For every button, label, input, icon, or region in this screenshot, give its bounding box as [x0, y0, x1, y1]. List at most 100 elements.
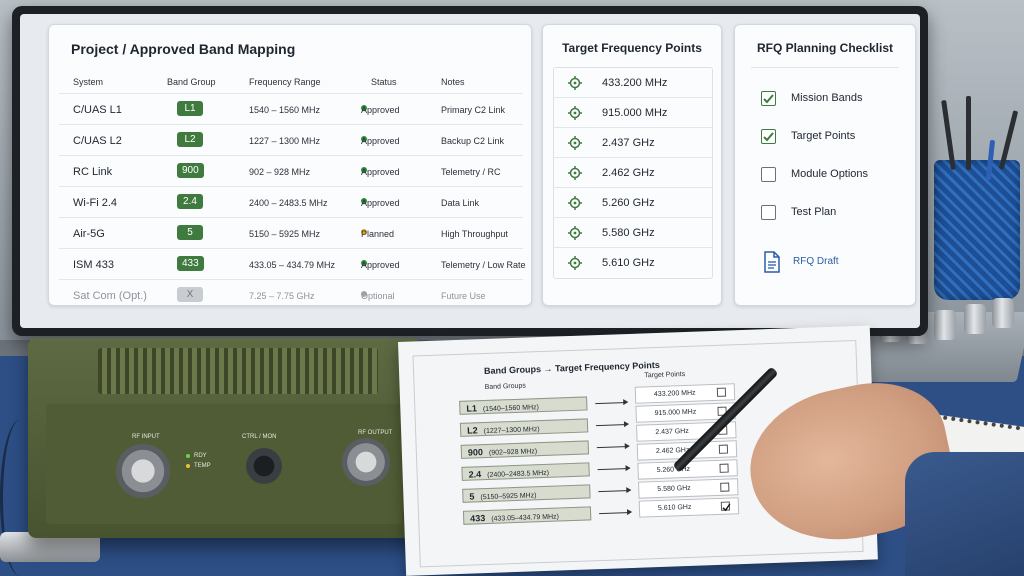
worksheet-point-entry: 5.610 GHz [638, 497, 740, 518]
list-item[interactable]: 5.260 GHz [554, 188, 712, 218]
target-crosshair-icon [568, 76, 582, 90]
band-range: (5150–5925 MHz) [480, 492, 537, 502]
band-code: 900 [467, 447, 484, 458]
band-range: (1227–1300 MHz) [483, 426, 540, 436]
table-row[interactable]: Air-5G 5 5150 – 5925 MHz Planned High Throug… [59, 217, 523, 248]
heatsink-fins [98, 348, 378, 394]
system-name: C/UAS L1 [73, 104, 122, 116]
point-label: 5.580 GHz [657, 484, 691, 494]
divider [751, 67, 899, 68]
monitor: Project / Approved Band Mapping System B… [12, 6, 928, 336]
worksheet-band-entry: 5 (5150–5925 MHz) [462, 484, 591, 503]
document-icon [764, 251, 780, 273]
notes-text: Data Link [441, 198, 480, 208]
band-group-chip: L1 [177, 101, 203, 116]
rdy-label: RDY [194, 453, 207, 459]
rf-fitting [934, 310, 956, 340]
list-item[interactable]: 5.580 GHz [554, 218, 712, 248]
temp-label: TEMP [194, 463, 211, 469]
system-name: Wi-Fi 2.4 [73, 197, 117, 209]
checkbox[interactable] [761, 167, 776, 182]
band-group-chip: 900 [177, 163, 204, 178]
checklist-label: Mission Bands [791, 92, 863, 104]
notes-text: Backup C2 Link [441, 136, 505, 146]
status-text: Approved [361, 198, 400, 208]
band-code: 5 [469, 491, 475, 502]
list-item[interactable]: 5.610 GHz [554, 248, 712, 278]
checkmark-icon [763, 132, 774, 142]
frequency-range: 902 – 928 MHz [249, 167, 311, 177]
rfq-checklist-panel: RFQ Planning Checklist Mission Bands Targ… [734, 24, 916, 306]
radio-front-panel: RF INPUT RDY TEMP CTRL / MON RF OUTPUT [46, 404, 402, 524]
system-name: Sat Com (Opt.) [73, 290, 147, 302]
arrow-icon [596, 446, 629, 449]
worksheet-title: Band Groups → Target Frequency Points [483, 359, 660, 377]
target-crosshair-icon [568, 166, 582, 180]
band-code: L2 [466, 425, 478, 436]
table-row[interactable]: Sat Com (Opt.) X 7.25 – 7.75 GHz Optional Fu… [59, 279, 523, 310]
system-name: C/UAS L2 [73, 135, 122, 147]
system-name: RC Link [73, 166, 113, 178]
checkmark-icon [763, 94, 774, 104]
paper-checkbox [718, 444, 729, 454]
band-table-header: System Band Group Frequency Range Status… [49, 77, 531, 93]
target-frequency-title: Target Frequency Points [562, 41, 702, 55]
rf-output-connector [342, 438, 390, 486]
rf-output-label: RF OUTPUT [358, 430, 393, 436]
point-label: 433.200 MHz [653, 389, 696, 399]
checkbox[interactable] [761, 129, 776, 144]
target-crosshair-icon [568, 106, 582, 120]
list-item[interactable]: 2.462 GHz [554, 158, 712, 188]
rf-input-connector [116, 444, 170, 498]
table-row[interactable]: Wi-Fi 2.4 2.4 2400 – 2483.5 MHz Approved Dat… [59, 186, 523, 217]
target-frequency-value: 5.580 GHz [602, 227, 655, 239]
rf-fitting [992, 298, 1014, 328]
target-frequency-value: 5.260 GHz [602, 197, 655, 209]
status-text: Approved [361, 105, 400, 115]
band-group-chip: 2.4 [177, 194, 203, 209]
list-item[interactable]: 433.200 MHz [554, 68, 712, 98]
worksheet-band-entry: 433 (433.05–434.79 MHz) [462, 506, 592, 525]
arrow-icon [598, 489, 631, 493]
band-code: 433 [470, 513, 486, 524]
paper-checkbox [716, 387, 727, 397]
worksheet-right-heading: Target Points [644, 370, 686, 380]
system-name: ISM 433 [73, 259, 114, 271]
arrow-icon [597, 467, 630, 471]
paper-checkbox [720, 482, 730, 492]
notes-text: Telemetry / RC [441, 167, 501, 177]
frequency-range: 5150 – 5925 MHz [249, 229, 321, 239]
status-text: Planned [361, 229, 395, 239]
frequency-range: 1227 – 1300 MHz [249, 136, 321, 146]
checklist-label: Test Plan [791, 206, 837, 218]
list-item[interactable]: 915.000 MHz [554, 98, 712, 128]
table-row[interactable]: C/UAS L1 L1 1540 – 1560 MHz Approved Primary… [59, 93, 523, 124]
band-group-chip: X [177, 287, 203, 302]
list-item[interactable]: 2.437 GHz [554, 128, 712, 158]
ctrl-connector [246, 448, 282, 484]
frequency-range: 7.25 – 7.75 GHz [249, 291, 315, 301]
worksheet-point-entry: 5.580 GHz [638, 478, 739, 499]
table-row[interactable]: ISM 433 433 433.05 – 434.79 MHz Approved Tel… [59, 248, 526, 279]
notes-text: Future Use [441, 291, 486, 301]
worksheet-band-entry: L1 (1540–1560 MHz) [459, 396, 588, 415]
rfq-draft-label: RFQ Draft [793, 256, 839, 267]
target-frequency-value: 915.000 MHz [602, 107, 668, 119]
target-frequency-value: 5.610 GHz [602, 257, 655, 269]
table-row[interactable]: RC Link 900 902 – 928 MHz Approved Telemetry… [59, 155, 523, 186]
notes-text: Telemetry / Low Rate [441, 260, 526, 270]
checkbox[interactable] [761, 205, 776, 220]
band-group-chip: 433 [177, 256, 204, 271]
worksheet-point-list: 433.200 MHz 915.000 MHz 2.437 GHz 2.462 GHz… [414, 341, 856, 518]
table-row[interactable]: C/UAS L2 L2 1227 – 1300 MHz Approved Backup … [59, 124, 523, 155]
band-range: (902–928 MHz) [488, 448, 538, 457]
col-frequency-range: Frequency Range [249, 77, 321, 87]
rf-fitting [964, 304, 986, 334]
band-range: (2400–2483.5 MHz) [487, 469, 550, 479]
checklist-label: Module Options [791, 168, 869, 180]
checkbox[interactable] [761, 91, 776, 106]
status-text: Approved [361, 167, 400, 177]
worksheet-point-entry: 433.200 MHz [634, 383, 736, 404]
target-frequency-value: 2.462 GHz [602, 167, 655, 179]
shirt-sleeve [905, 452, 1024, 576]
